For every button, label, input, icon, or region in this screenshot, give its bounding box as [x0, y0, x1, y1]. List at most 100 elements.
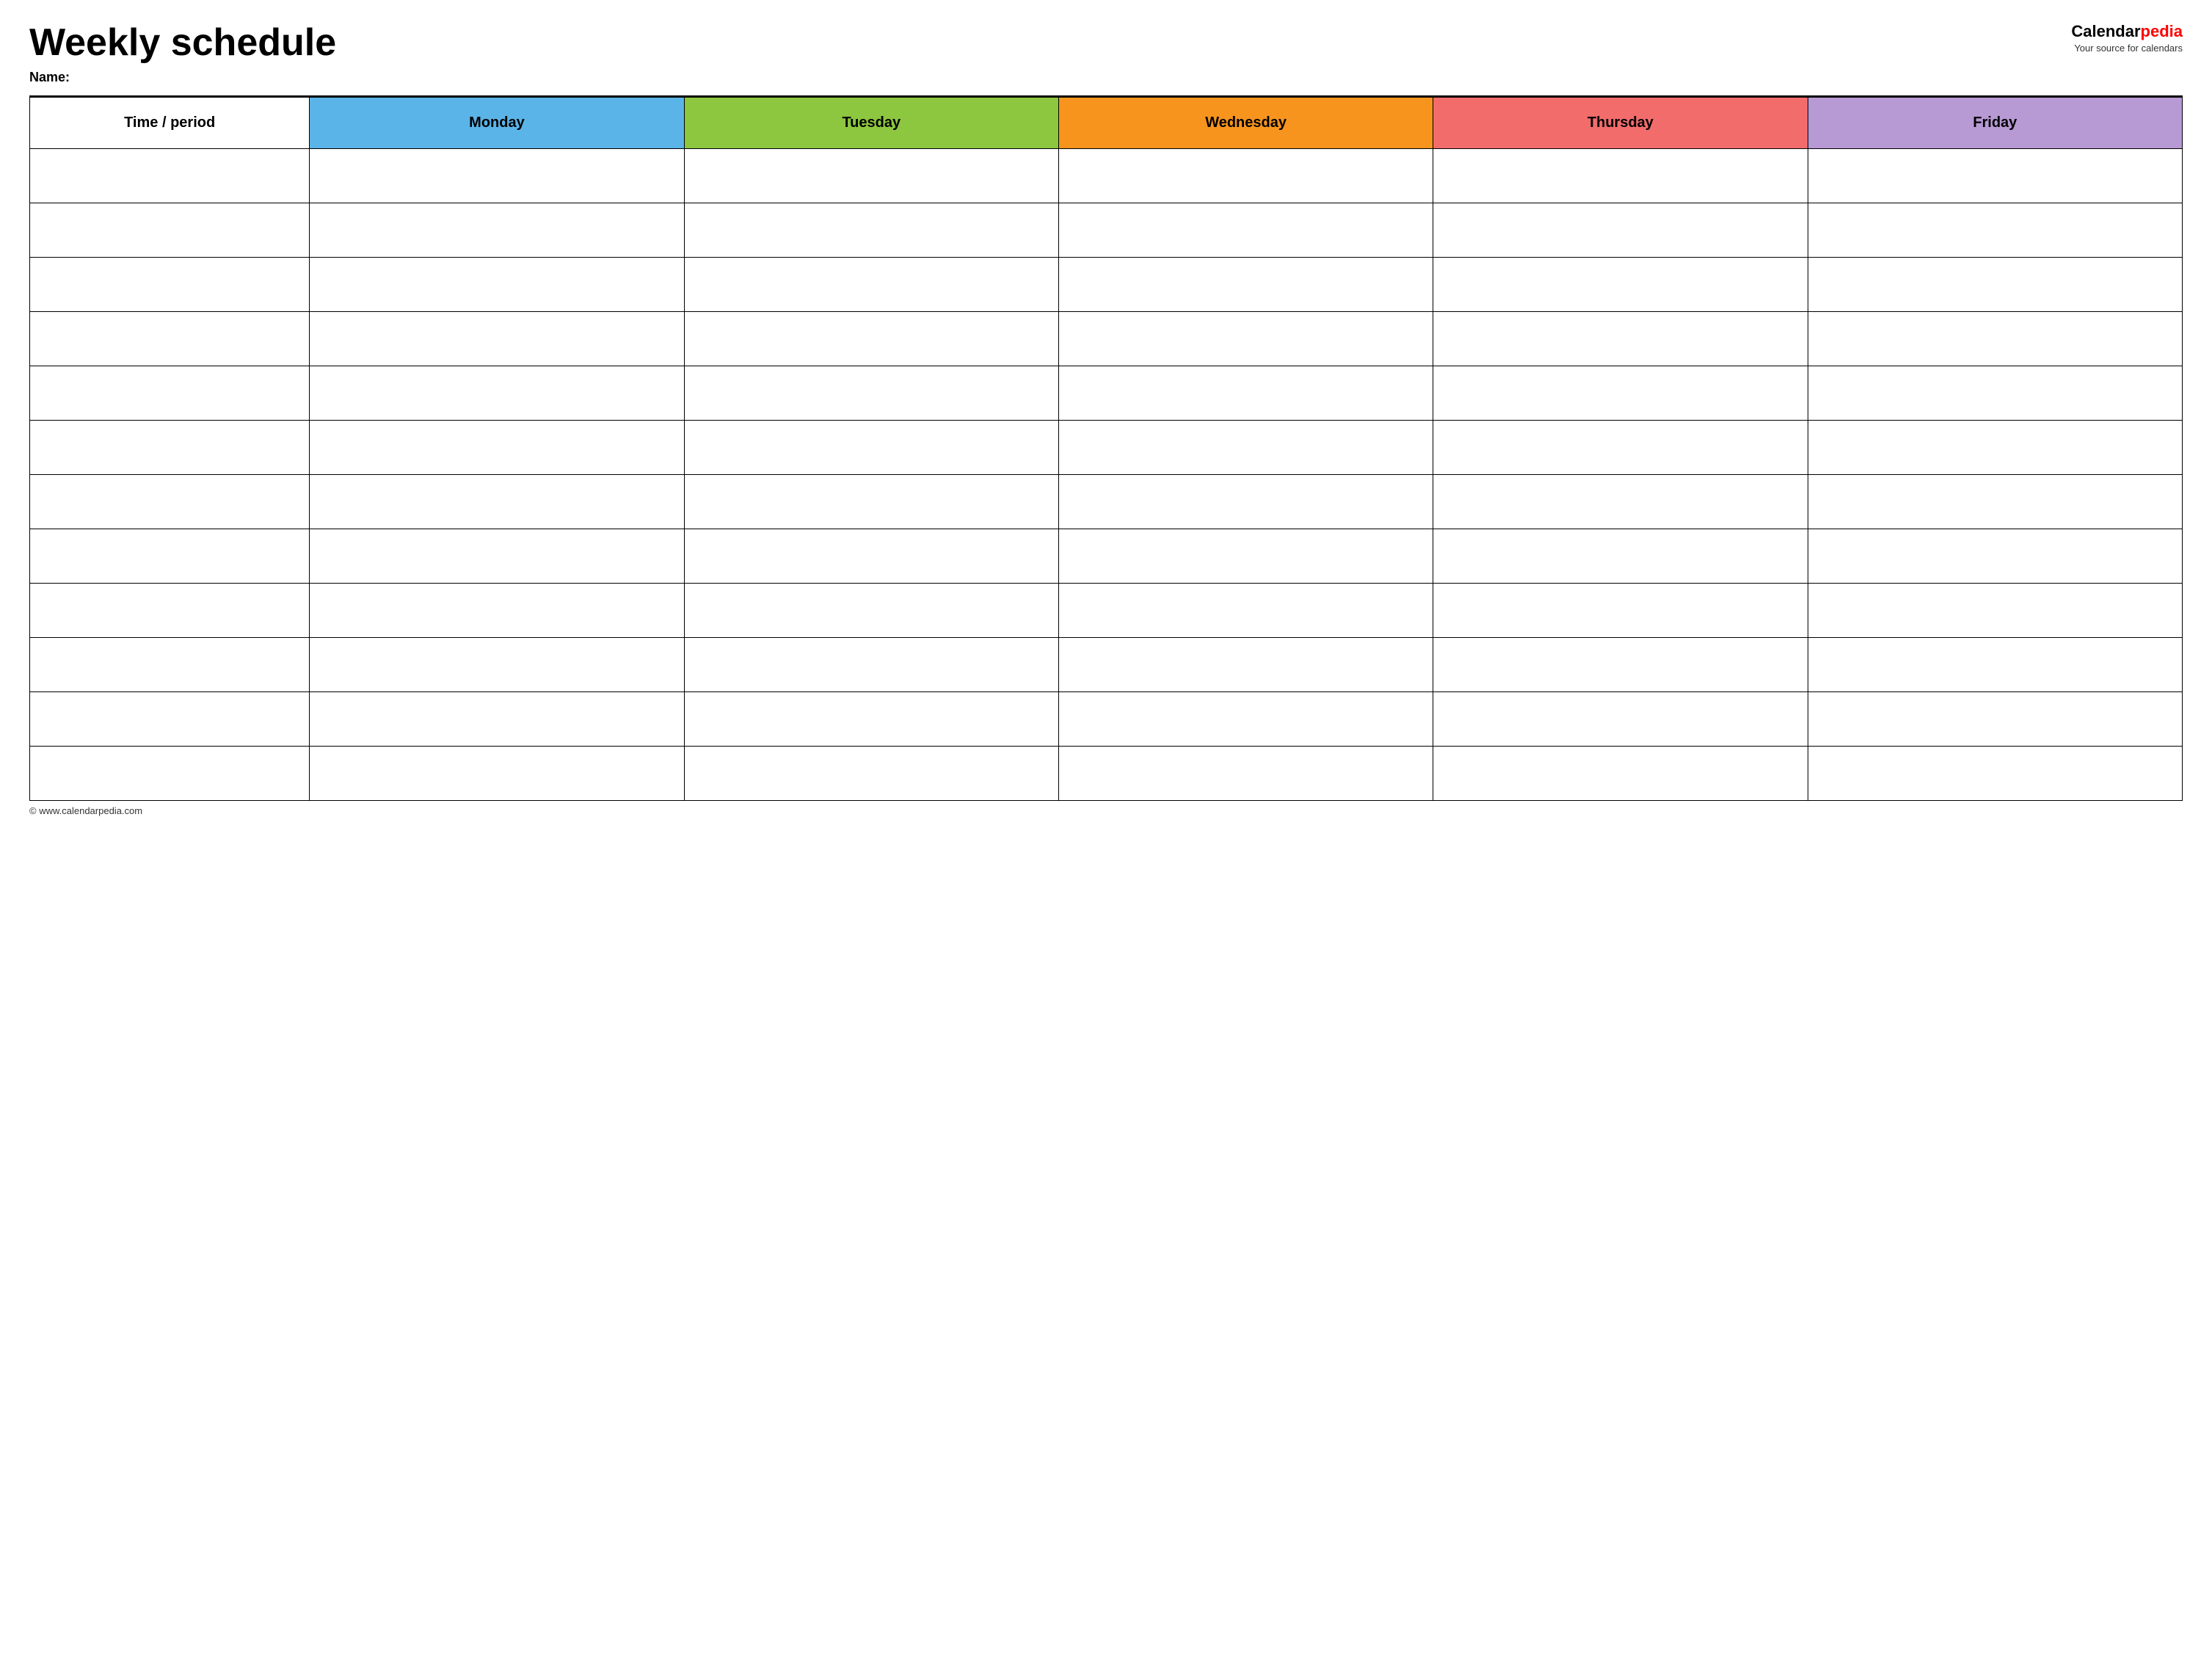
- table-row: [30, 692, 2183, 747]
- cell-row8-col4[interactable]: [1433, 584, 1808, 638]
- cell-row11-col0[interactable]: [30, 747, 310, 801]
- cell-row6-col0[interactable]: [30, 475, 310, 529]
- cell-row9-col2[interactable]: [684, 638, 1058, 692]
- table-row: [30, 258, 2183, 312]
- cell-row1-col1[interactable]: [310, 203, 684, 258]
- cell-row3-col1[interactable]: [310, 312, 684, 366]
- logo-section: Calendarpedia Your source for calendars: [2071, 22, 2183, 54]
- table-row: [30, 747, 2183, 801]
- cell-row9-col5[interactable]: [1808, 638, 2182, 692]
- cell-row6-col5[interactable]: [1808, 475, 2182, 529]
- cell-row8-col3[interactable]: [1058, 584, 1433, 638]
- cell-row7-col0[interactable]: [30, 529, 310, 584]
- cell-row11-col5[interactable]: [1808, 747, 2182, 801]
- table-row: [30, 312, 2183, 366]
- cell-row3-col5[interactable]: [1808, 312, 2182, 366]
- title-section: Weekly schedule Name:: [29, 22, 336, 85]
- cell-row5-col1[interactable]: [310, 421, 684, 475]
- col-header-time: Time / period: [30, 98, 310, 149]
- cell-row9-col1[interactable]: [310, 638, 684, 692]
- cell-row4-col2[interactable]: [684, 366, 1058, 421]
- logo-tagline: Your source for calendars: [2074, 43, 2183, 54]
- col-header-friday: Friday: [1808, 98, 2182, 149]
- cell-row11-col3[interactable]: [1058, 747, 1433, 801]
- cell-row5-col2[interactable]: [684, 421, 1058, 475]
- cell-row8-col5[interactable]: [1808, 584, 2182, 638]
- cell-row9-col3[interactable]: [1058, 638, 1433, 692]
- cell-row7-col2[interactable]: [684, 529, 1058, 584]
- cell-row0-col0[interactable]: [30, 149, 310, 203]
- cell-row10-col2[interactable]: [684, 692, 1058, 747]
- cell-row7-col1[interactable]: [310, 529, 684, 584]
- cell-row4-col5[interactable]: [1808, 366, 2182, 421]
- cell-row1-col5[interactable]: [1808, 203, 2182, 258]
- cell-row10-col0[interactable]: [30, 692, 310, 747]
- cell-row7-col3[interactable]: [1058, 529, 1433, 584]
- cell-row6-col2[interactable]: [684, 475, 1058, 529]
- table-row: [30, 421, 2183, 475]
- col-header-monday: Monday: [310, 98, 684, 149]
- col-header-tuesday: Tuesday: [684, 98, 1058, 149]
- cell-row2-col3[interactable]: [1058, 258, 1433, 312]
- footer-text: © www.calendarpedia.com: [29, 805, 142, 816]
- cell-row0-col2[interactable]: [684, 149, 1058, 203]
- cell-row6-col1[interactable]: [310, 475, 684, 529]
- cell-row10-col3[interactable]: [1058, 692, 1433, 747]
- logo-calendar: Calendar: [2071, 22, 2140, 40]
- cell-row5-col4[interactable]: [1433, 421, 1808, 475]
- cell-row6-col4[interactable]: [1433, 475, 1808, 529]
- col-header-wednesday: Wednesday: [1058, 98, 1433, 149]
- header-row: Time / period Monday Tuesday Wednesday T…: [30, 98, 2183, 149]
- cell-row3-col0[interactable]: [30, 312, 310, 366]
- cell-row0-col3[interactable]: [1058, 149, 1433, 203]
- cell-row2-col2[interactable]: [684, 258, 1058, 312]
- cell-row8-col0[interactable]: [30, 584, 310, 638]
- cell-row7-col5[interactable]: [1808, 529, 2182, 584]
- cell-row2-col0[interactable]: [30, 258, 310, 312]
- cell-row2-col5[interactable]: [1808, 258, 2182, 312]
- cell-row8-col2[interactable]: [684, 584, 1058, 638]
- table-row: [30, 203, 2183, 258]
- cell-row5-col5[interactable]: [1808, 421, 2182, 475]
- cell-row3-col4[interactable]: [1433, 312, 1808, 366]
- cell-row11-col2[interactable]: [684, 747, 1058, 801]
- cell-row5-col3[interactable]: [1058, 421, 1433, 475]
- table-row: [30, 584, 2183, 638]
- cell-row2-col4[interactable]: [1433, 258, 1808, 312]
- name-label: Name:: [29, 70, 336, 85]
- cell-row9-col4[interactable]: [1433, 638, 1808, 692]
- cell-row9-col0[interactable]: [30, 638, 310, 692]
- cell-row1-col2[interactable]: [684, 203, 1058, 258]
- cell-row4-col3[interactable]: [1058, 366, 1433, 421]
- page-header: Weekly schedule Name: Calendarpedia Your…: [29, 22, 2183, 85]
- cell-row4-col0[interactable]: [30, 366, 310, 421]
- cell-row8-col1[interactable]: [310, 584, 684, 638]
- cell-row10-col4[interactable]: [1433, 692, 1808, 747]
- cell-row2-col1[interactable]: [310, 258, 684, 312]
- cell-row3-col2[interactable]: [684, 312, 1058, 366]
- table-row: [30, 149, 2183, 203]
- cell-row3-col3[interactable]: [1058, 312, 1433, 366]
- cell-row10-col1[interactable]: [310, 692, 684, 747]
- cell-row11-col1[interactable]: [310, 747, 684, 801]
- footer: © www.calendarpedia.com: [29, 805, 2183, 816]
- cell-row1-col4[interactable]: [1433, 203, 1808, 258]
- logo-pedia: pedia: [2141, 22, 2183, 40]
- cell-row0-col4[interactable]: [1433, 149, 1808, 203]
- table-row: [30, 475, 2183, 529]
- cell-row7-col4[interactable]: [1433, 529, 1808, 584]
- cell-row1-col0[interactable]: [30, 203, 310, 258]
- col-header-thursday: Thursday: [1433, 98, 1808, 149]
- cell-row10-col5[interactable]: [1808, 692, 2182, 747]
- cell-row0-col1[interactable]: [310, 149, 684, 203]
- cell-row0-col5[interactable]: [1808, 149, 2182, 203]
- schedule-table: Time / period Monday Tuesday Wednesday T…: [29, 97, 2183, 801]
- table-row: [30, 638, 2183, 692]
- cell-row6-col3[interactable]: [1058, 475, 1433, 529]
- cell-row11-col4[interactable]: [1433, 747, 1808, 801]
- logo-text: Calendarpedia: [2071, 22, 2183, 41]
- cell-row4-col1[interactable]: [310, 366, 684, 421]
- cell-row1-col3[interactable]: [1058, 203, 1433, 258]
- cell-row4-col4[interactable]: [1433, 366, 1808, 421]
- cell-row5-col0[interactable]: [30, 421, 310, 475]
